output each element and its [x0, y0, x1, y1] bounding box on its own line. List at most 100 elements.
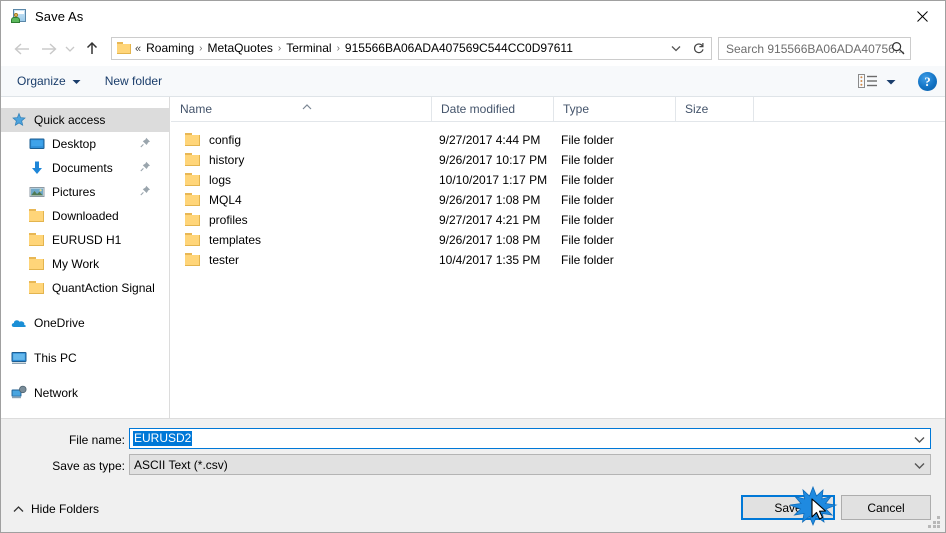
refresh-icon[interactable] [687, 38, 709, 59]
breadcrumb-separator[interactable]: › [197, 43, 204, 54]
sidebar-item-this-pc[interactable]: This PC [1, 346, 169, 370]
hide-folders-label: Hide Folders [31, 502, 100, 516]
sidebar-item-quantaction-signal[interactable]: QuantAction Signal [1, 276, 169, 300]
column-label: Size [685, 102, 709, 116]
back-icon[interactable] [9, 36, 35, 62]
sidebar-item-desktop[interactable]: Desktop [1, 132, 169, 156]
column-label: Date modified [441, 102, 516, 116]
cancel-label: Cancel [867, 500, 905, 515]
search-icon[interactable] [891, 41, 905, 58]
column-header-size[interactable]: Size [675, 97, 753, 121]
sidebar-item-my-work[interactable]: My Work [1, 252, 169, 276]
table-row[interactable]: templates 9/26/2017 1:08 PM File folder [171, 230, 945, 250]
folder-icon [185, 173, 200, 186]
chevron-down-icon[interactable] [911, 457, 927, 473]
column-header-date-modified[interactable]: Date modified [431, 97, 553, 121]
save-as-type-select[interactable]: ASCII Text (*.csv) [129, 454, 931, 475]
column-header-name[interactable]: Name [171, 97, 431, 121]
breadcrumb-item-current[interactable]: 915566BA06ADA407569C544CC0D97611 [342, 38, 576, 59]
sidebar-item-label: This PC [34, 351, 77, 365]
folder-icon [185, 213, 200, 226]
address-dropdown-icon[interactable] [667, 38, 685, 59]
table-row[interactable]: MQL4 9/26/2017 1:08 PM File folder [171, 190, 945, 210]
cell-date: 10/4/2017 1:35 PM [439, 253, 541, 267]
chevron-down-icon[interactable] [911, 431, 927, 447]
help-label: ? [924, 73, 931, 89]
file-name-input[interactable]: EURUSD2 [129, 428, 931, 449]
file-name-value: EURUSD2 [133, 431, 193, 446]
breadcrumb-separator[interactable]: › [335, 43, 342, 54]
sidebar-item-documents[interactable]: Documents [1, 156, 169, 180]
organize-button[interactable]: Organize [9, 69, 89, 93]
cell-name: history [209, 153, 245, 167]
sidebar-item-downloaded[interactable]: Downloaded [1, 204, 169, 228]
table-row[interactable]: tester 10/4/2017 1:35 PM File folder [171, 250, 945, 270]
column-label: Name [180, 102, 213, 116]
file-rows: config 9/27/2017 4:44 PM File folder his… [171, 122, 945, 270]
table-row[interactable]: profiles 9/27/2017 4:21 PM File folder [171, 210, 945, 230]
sidebar-item-quick-access[interactable]: Quick access [1, 108, 169, 132]
cell-name: tester [209, 253, 240, 267]
pin-icon[interactable] [140, 137, 151, 151]
breadcrumb-overflow[interactable]: « [134, 43, 143, 55]
pin-icon[interactable] [140, 161, 151, 175]
navigation-bar: « Roaming › MetaQuotes › Terminal › 9155… [1, 31, 945, 66]
folder-icon [29, 256, 45, 272]
cell-type: File folder [561, 253, 614, 267]
sidebar-item-label: QuantAction Signal [52, 281, 155, 295]
command-bar: Organize New folder ? [1, 66, 945, 97]
file-list-pane: Name Date modified Type Size config 9/27… [171, 97, 945, 418]
folder-icon [29, 280, 45, 296]
save-button[interactable]: Save [741, 495, 835, 520]
navigation-pane: Quick access Desktop Documents Pictures … [1, 97, 170, 418]
sidebar-item-label: EURUSD H1 [52, 233, 122, 247]
table-row[interactable]: history 9/26/2017 10:17 PM File folder [171, 150, 945, 170]
pin-icon[interactable] [140, 185, 151, 199]
recent-locations-icon[interactable] [61, 36, 79, 62]
cell-name: profiles [209, 213, 248, 227]
table-row[interactable]: config 9/27/2017 4:44 PM File folder [171, 130, 945, 150]
up-icon[interactable] [79, 36, 105, 62]
cell-name: logs [209, 173, 232, 187]
breadcrumb-item-metaquotes[interactable]: MetaQuotes [205, 38, 276, 59]
column-header-row: Name Date modified Type Size [171, 97, 945, 122]
cell-date: 10/10/2017 1:17 PM [439, 173, 548, 187]
table-row[interactable]: logs 10/10/2017 1:17 PM File folder [171, 170, 945, 190]
cancel-button[interactable]: Cancel [841, 495, 931, 520]
search-input[interactable]: Search 915566BA06ADA40756... [718, 37, 911, 60]
sidebar-item-label: Downloaded [52, 209, 119, 223]
save-as-type-label: Save as type: [52, 459, 125, 473]
change-view-icon[interactable] [858, 73, 878, 90]
sidebar-item-network[interactable]: Network [1, 381, 169, 405]
help-button[interactable]: ? [918, 72, 937, 91]
view-chevron-down-icon[interactable] [886, 75, 896, 89]
window-title: Save As [35, 8, 84, 24]
search-placeholder: Search 915566BA06ADA40756... [726, 41, 905, 56]
close-icon[interactable] [899, 1, 945, 31]
sort-ascending-icon [301, 95, 313, 119]
resize-grip[interactable] [928, 516, 941, 529]
cell-type: File folder [561, 173, 614, 187]
sidebar-item-eurusd-h1[interactable]: EURUSD H1 [1, 228, 169, 252]
column-header-spare[interactable] [753, 97, 813, 121]
column-header-type[interactable]: Type [553, 97, 675, 121]
title-bar: Save As [1, 1, 945, 31]
chevron-down-icon [72, 74, 81, 88]
network-icon [11, 385, 27, 401]
cell-name: config [209, 133, 242, 147]
sidebar-item-onedrive[interactable]: OneDrive [1, 311, 169, 335]
cell-type: File folder [561, 153, 614, 167]
new-folder-button[interactable]: New folder [97, 69, 170, 93]
breadcrumb-item-terminal[interactable]: Terminal [283, 38, 334, 59]
breadcrumb-separator[interactable]: › [276, 43, 283, 54]
hide-folders-button[interactable]: Hide Folders [13, 502, 99, 516]
cell-date: 9/26/2017 1:08 PM [439, 193, 541, 207]
address-bar[interactable]: « Roaming › MetaQuotes › Terminal › 9155… [111, 37, 712, 60]
forward-icon[interactable] [35, 36, 61, 62]
breadcrumb-item-roaming[interactable]: Roaming [143, 38, 197, 59]
pictures-icon [29, 184, 45, 200]
sidebar-item-label: Network [34, 386, 79, 400]
folder-icon [185, 193, 200, 206]
sidebar-item-pictures[interactable]: Pictures [1, 180, 169, 204]
